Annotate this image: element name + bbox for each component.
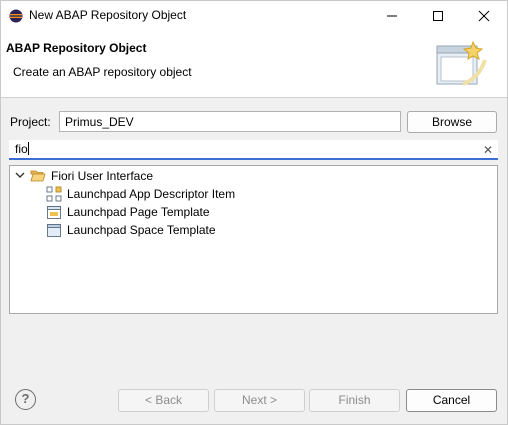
close-button[interactable] [461, 1, 507, 30]
browse-button[interactable]: Browse [407, 111, 497, 133]
object-type-tree[interactable]: Fiori User Interface Launchpad App Descr… [9, 165, 498, 314]
minimize-icon [387, 15, 397, 17]
window-title: New ABAP Repository Object [29, 8, 187, 22]
close-icon [478, 10, 490, 22]
chevron-down-icon[interactable] [15, 170, 25, 180]
tree-item[interactable]: Launchpad Page Template [10, 203, 497, 221]
clear-icon[interactable]: ✕ [483, 143, 493, 157]
tree-category-fiori[interactable]: Fiori User Interface [10, 167, 497, 185]
app-descriptor-icon [46, 186, 62, 202]
tree-item[interactable]: Launchpad Space Template [10, 221, 497, 239]
tree-item-label: Launchpad Space Template [67, 223, 216, 237]
minimize-button[interactable] [369, 1, 415, 30]
tree-category-label: Fiori User Interface [51, 169, 154, 183]
wizard-banner-icon [436, 40, 487, 86]
page-description: Create an ABAP repository object [13, 65, 192, 79]
tree-item-label: Launchpad Page Template [67, 205, 210, 219]
page-template-icon [47, 206, 61, 219]
maximize-icon [433, 11, 443, 21]
back-button[interactable]: < Back [118, 389, 209, 412]
page-title: ABAP Repository Object [6, 41, 147, 55]
project-input[interactable]: Primus_DEV [59, 111, 401, 132]
project-label: Project: [10, 115, 51, 129]
folder-open-icon [30, 170, 46, 182]
tree-item[interactable]: Launchpad App Descriptor Item [10, 185, 497, 203]
wizard-header: ABAP Repository Object Create an ABAP re… [1, 30, 507, 98]
help-button[interactable]: ? [15, 389, 36, 410]
text-caret [27, 142, 29, 155]
filter-input[interactable]: fio ✕ [9, 140, 498, 160]
cancel-button[interactable]: Cancel [406, 389, 497, 412]
eclipse-app-icon [9, 9, 23, 23]
maximize-button[interactable] [415, 1, 461, 30]
filter-text: fio [15, 142, 28, 156]
tree-item-label: Launchpad App Descriptor Item [67, 187, 236, 201]
space-template-icon [47, 224, 61, 237]
title-bar[interactable]: New ABAP Repository Object [1, 1, 507, 30]
finish-button[interactable]: Finish [309, 389, 400, 412]
next-button[interactable]: Next > [214, 389, 305, 412]
wizard-window: New ABAP Repository Object ABAP Reposito… [0, 0, 508, 425]
